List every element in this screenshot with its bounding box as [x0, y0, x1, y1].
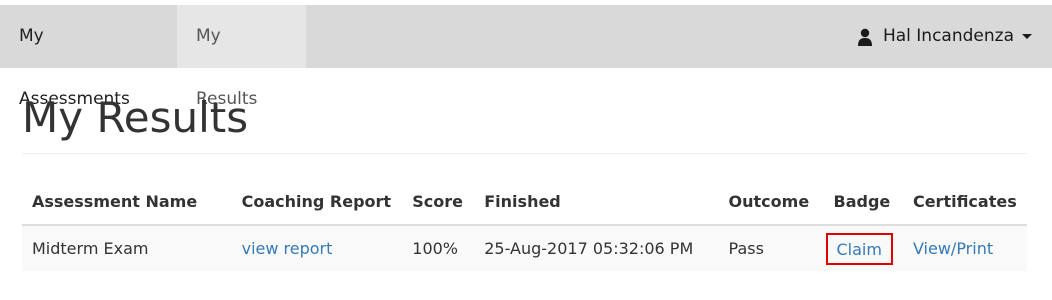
title-divider — [22, 153, 1027, 154]
user-menu-dropdown[interactable]: Hal Incandenza — [857, 5, 1032, 68]
nav-tab-my-results[interactable]: My Results — [177, 5, 306, 109]
header-coaching-report: Coaching Report — [231, 179, 403, 226]
view-report-link[interactable]: view report — [242, 239, 333, 258]
header-finished: Finished — [474, 179, 719, 226]
cell-outcome: Pass — [718, 225, 824, 271]
header-assessment-name: Assessment Name — [22, 179, 232, 226]
cell-coaching-report: view report — [231, 225, 403, 271]
cell-certificates: View/Print — [902, 225, 1027, 271]
cell-score: 100% — [402, 225, 475, 271]
top-navbar: My Assessments My Results Hal Incandenza — [0, 5, 1052, 109]
user-icon — [857, 28, 872, 46]
claim-badge-link[interactable]: Claim — [837, 240, 882, 259]
header-outcome: Outcome — [718, 179, 824, 226]
nav-tab-my-assessments[interactable]: My Assessments — [0, 5, 177, 109]
cell-badge: Claim — [823, 225, 903, 271]
caret-down-icon — [1022, 34, 1032, 39]
header-score: Score — [402, 179, 475, 226]
results-table: Assessment Name Coaching Report Score Fi… — [22, 179, 1027, 271]
page-title: My Results — [22, 93, 249, 142]
view-print-link[interactable]: View/Print — [913, 239, 993, 258]
claim-highlight-box: Claim — [825, 232, 893, 265]
cell-assessment-name: Midterm Exam — [22, 225, 232, 271]
header-certificates: Certificates — [902, 179, 1027, 226]
user-name: Hal Incandenza — [882, 26, 1014, 46]
header-badge: Badge — [823, 179, 903, 226]
cell-finished: 25-Aug-2017 05:32:06 PM — [474, 225, 719, 271]
table-header-row: Assessment Name Coaching Report Score Fi… — [22, 179, 1027, 226]
table-row: Midterm Exam view report 100% 25-Aug-201… — [22, 225, 1027, 271]
